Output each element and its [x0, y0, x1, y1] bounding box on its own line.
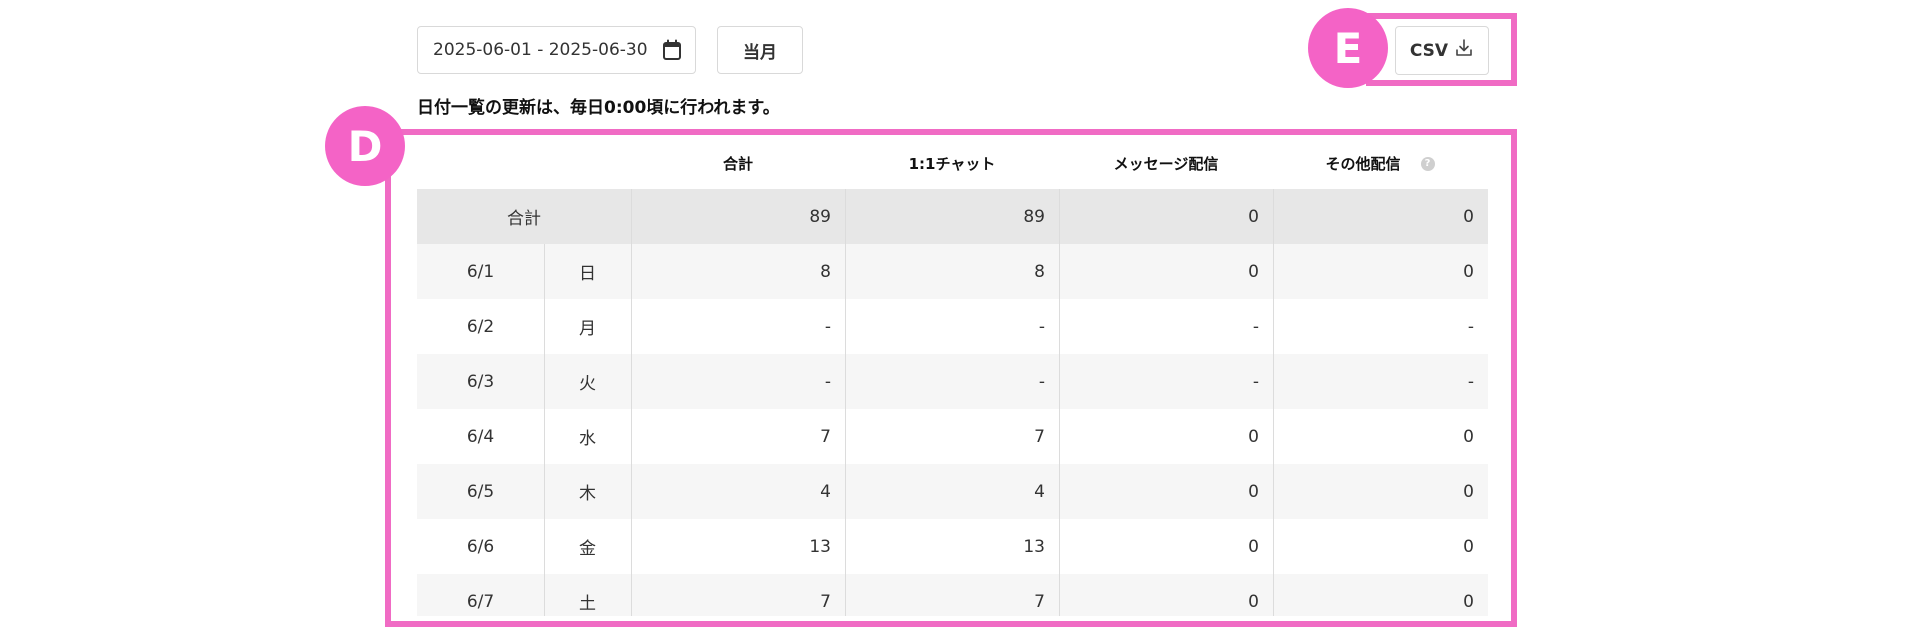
table-row: 6/5 木 4 4 0 0 — [417, 464, 1488, 519]
row-date: 6/1 — [466, 261, 495, 282]
total-row-other: 0 — [1463, 206, 1474, 227]
row-total: 8 — [820, 261, 831, 282]
csv-download-button[interactable]: CSV — [1395, 26, 1489, 75]
row-date: 6/5 — [466, 481, 495, 502]
csv-annotation-badge: E — [1308, 8, 1388, 88]
header-other-label: その他配信 — [1325, 155, 1401, 173]
row-other: - — [1467, 371, 1474, 392]
row-message: - — [1252, 371, 1259, 392]
row-other: 0 — [1463, 536, 1474, 557]
calendar-icon[interactable] — [662, 39, 682, 61]
row-day-of-week: 火 — [579, 374, 596, 394]
row-other: 0 — [1463, 481, 1474, 502]
row-message: 0 — [1248, 481, 1259, 502]
row-other: 0 — [1463, 261, 1474, 282]
row-chat: 4 — [1034, 481, 1045, 502]
row-message: 0 — [1248, 536, 1259, 557]
csv-button-label: CSV — [1409, 40, 1449, 61]
row-chat: 13 — [1023, 536, 1045, 557]
table-row: 6/6 金 13 13 0 0 — [417, 519, 1488, 574]
date-range-value: 2025-06-01 - 2025-06-30 — [433, 40, 648, 60]
row-message: - — [1252, 316, 1259, 337]
table-row: 6/4 水 7 7 0 0 — [417, 409, 1488, 464]
row-day-of-week: 日 — [579, 264, 596, 284]
row-date: 6/4 — [466, 426, 495, 447]
date-range-input[interactable]: 2025-06-01 - 2025-06-30 — [417, 26, 696, 74]
row-day-of-week: 水 — [579, 429, 596, 449]
header-other: その他配信 ? — [1273, 138, 1487, 189]
daily-stats-table: 合計 1:1チャット メッセージ配信 その他配信 ? 合計 89 89 0 0 … — [417, 138, 1488, 616]
header-total: 合計 — [722, 155, 753, 173]
row-chat: - — [1038, 316, 1045, 337]
table-row: 6/7 土 7 7 0 0 — [417, 574, 1488, 616]
row-total: - — [824, 316, 831, 337]
row-other: 0 — [1463, 591, 1474, 612]
row-other: - — [1467, 316, 1474, 337]
current-month-button[interactable]: 当月 — [717, 26, 803, 74]
row-chat: 8 — [1034, 261, 1045, 282]
header-message: メッセージ配信 — [1113, 155, 1219, 173]
row-day-of-week: 金 — [579, 539, 596, 559]
header-chat: 1:1チャット — [908, 155, 996, 173]
total-row-message: 0 — [1248, 206, 1259, 227]
row-total: 4 — [820, 481, 831, 502]
row-total: 7 — [820, 591, 831, 612]
row-day-of-week: 月 — [579, 319, 596, 339]
row-chat: 7 — [1034, 591, 1045, 612]
table-header: 合計 1:1チャット メッセージ配信 その他配信 ? — [417, 138, 1488, 189]
update-notice: 日付一覧の更新は、毎日0:00頃に行われます。 — [417, 98, 780, 118]
row-other: 0 — [1463, 426, 1474, 447]
row-date: 6/7 — [466, 591, 495, 612]
column-divider — [845, 189, 846, 616]
row-date: 6/6 — [466, 536, 495, 557]
row-message: 0 — [1248, 261, 1259, 282]
table-row: 6/3 火 - - - - — [417, 354, 1488, 409]
download-icon — [1454, 38, 1474, 63]
row-date: 6/2 — [466, 316, 495, 337]
table-total-row: 合計 89 89 0 0 — [417, 189, 1488, 244]
column-divider — [544, 244, 545, 616]
table-row: 6/2 月 - - - - — [417, 299, 1488, 354]
row-message: 0 — [1248, 426, 1259, 447]
help-icon[interactable]: ? — [1420, 156, 1435, 171]
column-divider — [1059, 189, 1060, 616]
row-date: 6/3 — [466, 371, 495, 392]
column-divider — [631, 189, 632, 616]
row-day-of-week: 土 — [579, 594, 596, 614]
table-row: 6/1 日 8 8 0 0 — [417, 244, 1488, 299]
column-divider — [1273, 189, 1274, 616]
total-row-total: 89 — [809, 206, 831, 227]
row-total: - — [824, 371, 831, 392]
table-annotation-badge: D — [325, 106, 405, 186]
row-day-of-week: 木 — [579, 484, 596, 504]
row-total: 13 — [809, 536, 831, 557]
row-chat: - — [1038, 371, 1045, 392]
total-row-chat: 89 — [1023, 206, 1045, 227]
row-total: 7 — [820, 426, 831, 447]
row-message: 0 — [1248, 591, 1259, 612]
row-chat: 7 — [1034, 426, 1045, 447]
total-row-label: 合計 — [507, 209, 541, 229]
